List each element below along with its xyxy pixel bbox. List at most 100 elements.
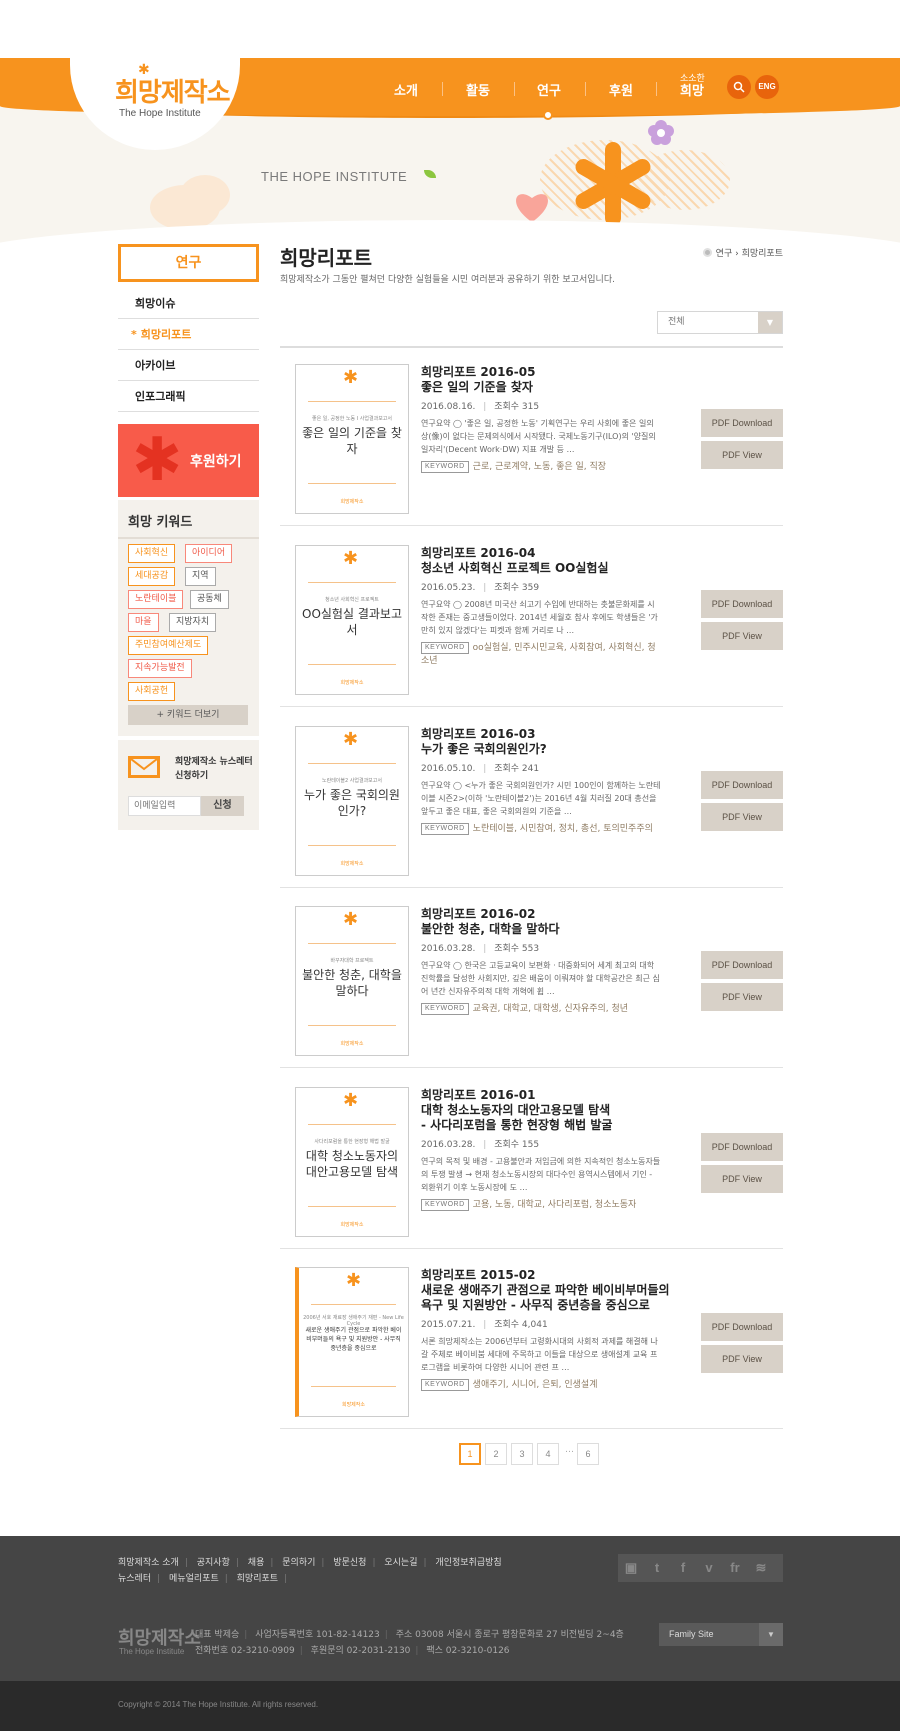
report-cover[interactable]: ✱ 사다리포럼을 통한 현장형 해법 발굴 대학 청소노동자의 대안고용모델 탐… xyxy=(295,1087,409,1237)
pdf-download-button[interactable]: PDF Download xyxy=(701,409,783,437)
rss-icon[interactable]: ≋ xyxy=(748,1554,774,1582)
twitter-icon[interactable]: t xyxy=(644,1554,670,1582)
keyword-tag[interactable]: 지속가능발전 xyxy=(128,659,192,678)
pdf-download-button[interactable]: PDF Download xyxy=(701,951,783,979)
keyword-tag[interactable]: 지역 xyxy=(185,567,216,586)
keyword-more-button[interactable]: + 키워드 더보기 xyxy=(128,705,248,725)
pdf-view-button[interactable]: PDF View xyxy=(701,983,783,1011)
filter-select[interactable]: 전체 ▼ xyxy=(657,311,783,334)
cover-subtitle: 사다리포럼을 통한 현장형 해법 발굴 xyxy=(314,1139,390,1145)
footer-link[interactable]: 희망리포트 xyxy=(237,1574,278,1584)
footer-link[interactable]: 문의하기 xyxy=(282,1558,315,1568)
chevron-down-icon: ▼ xyxy=(758,312,782,333)
nav-item-about[interactable]: 소개 xyxy=(394,80,418,99)
breadcrumb-item[interactable]: 연구 xyxy=(716,249,733,259)
keyword-tag[interactable]: 지방자치 xyxy=(169,613,217,632)
donate-banner[interactable]: ✱ 후원하기 xyxy=(118,424,259,497)
page-button[interactable]: 3 xyxy=(511,1443,533,1465)
side-nav-item-infographic[interactable]: 인포그래픽 xyxy=(118,381,259,412)
pdf-view-button[interactable]: PDF View xyxy=(701,803,783,831)
search-button[interactable] xyxy=(727,75,751,99)
report-title[interactable]: 희망리포트 2016-01 대학 청소노동자의 대안고용모델 탐색 - 사다리포럼을… xyxy=(421,1088,671,1133)
cover-subtitle: 좋은 일, 공정한 노동 I 사업결과보고서 xyxy=(311,416,392,422)
keyword-tag[interactable]: 아이디어 xyxy=(185,544,233,563)
footer-link[interactable]: 공지사항 xyxy=(197,1558,230,1568)
keyword-tag[interactable]: 주민참여예산제도 xyxy=(128,636,209,655)
cover-title: OO실험실 결과보고서 xyxy=(302,607,402,637)
cover-subtitle: 청소년 사회혁신 프로젝트 xyxy=(325,597,379,603)
pdf-view-button[interactable]: PDF View xyxy=(701,1345,783,1373)
keyword-tag[interactable]: 사회혁신 xyxy=(128,544,176,563)
nav-item-support[interactable]: 후원 xyxy=(609,80,633,99)
report-cover[interactable]: ✱ 바꾸자대학 프로젝트 불안한 청춘, 대학을 말하다 희망제작소 xyxy=(295,906,409,1056)
keyword-tag[interactable]: 공동체 xyxy=(190,590,229,609)
footer-link[interactable]: 메뉴얼리포트 xyxy=(169,1574,219,1584)
report-cover[interactable]: ✱ 청소년 사회혁신 프로젝트 OO실험실 결과보고서 희망제작소 xyxy=(295,545,409,695)
cover-title: 좋은 일의 기준을 찾자 xyxy=(302,426,402,456)
nav-item-research[interactable]: 연구 xyxy=(537,80,561,99)
cover-title: 대학 청소노동자의 대안고용모델 탐색 xyxy=(305,1149,399,1179)
page-button[interactable]: 4 xyxy=(537,1443,559,1465)
report-date: 2016.08.16. xyxy=(421,402,476,412)
footer-link[interactable]: 뉴스레터 xyxy=(118,1574,151,1584)
side-nav-item-archive[interactable]: 아카이브 xyxy=(118,350,259,381)
pdf-download-button[interactable]: PDF Download xyxy=(701,590,783,618)
copyright-bar: Copyright © 2014 The Hope Institute. All… xyxy=(0,1681,900,1731)
footer-link[interactable]: 개인정보취급방침 xyxy=(435,1558,501,1568)
report-item: ✱ 바꾸자대학 프로젝트 불안한 청춘, 대학을 말하다 희망제작소 희망리포트… xyxy=(280,887,783,1068)
report-cover[interactable]: ✱ 2006년 서호 재료장 생애주기 재편 - New Life Cycle … xyxy=(295,1267,409,1417)
blog-icon[interactable]: ▣ xyxy=(618,1554,644,1582)
report-meta: 2016.03.28. | 조회수 155 xyxy=(421,1140,540,1150)
newsletter-email-input[interactable] xyxy=(128,796,201,816)
report-keywords: KEYWORD 생애주기, 시니어, 은퇴, 인생설계 xyxy=(421,1379,661,1392)
report-views: 조회수 315 xyxy=(494,402,540,412)
page-button[interactable]: 1 xyxy=(459,1443,481,1465)
page-ellipsis: … xyxy=(565,1445,574,1455)
footer-link[interactable]: 방문신청 xyxy=(333,1558,366,1568)
pdf-view-button[interactable]: PDF View xyxy=(701,441,783,469)
pdf-download-button[interactable]: PDF Download xyxy=(701,1133,783,1161)
side-nav-item-issue[interactable]: 희망이슈 xyxy=(118,288,259,319)
page-button[interactable]: 2 xyxy=(485,1443,507,1465)
report-cover[interactable]: ✱ 좋은 일, 공정한 노동 I 사업결과보고서 좋은 일의 기준을 찾자 희망… xyxy=(295,364,409,514)
pdf-download-button[interactable]: PDF Download xyxy=(701,1313,783,1341)
report-cover[interactable]: ✱ 노란테이블2 사업결과보고서 누가 좋은 국회의원인가? 희망제작소 xyxy=(295,726,409,876)
keyword-tag[interactable]: 마을 xyxy=(128,613,159,632)
footer-link[interactable]: 희망제작소 소개 xyxy=(118,1558,179,1568)
breadcrumb: 연구 › 희망리포트 xyxy=(702,246,783,259)
footer-link[interactable]: 채용 xyxy=(248,1558,265,1568)
family-site-select[interactable]: Family Site ▼ xyxy=(659,1623,783,1646)
flickr-icon[interactable]: fr xyxy=(722,1554,748,1582)
report-title[interactable]: 희망리포트 2016-03 누가 좋은 국회의원인가? xyxy=(421,727,671,757)
cover-logo: 희망제작소 xyxy=(340,1041,364,1047)
keyword-badge: KEYWORD xyxy=(421,1003,469,1015)
report-summary: 연구요약 ◯ <누가 좋은 국회의원인가? 시민 100인이 함께하는 노란테이… xyxy=(421,781,661,816)
report-title[interactable]: 희망리포트 2016-05 좋은 일의 기준을 찾자 xyxy=(421,365,671,395)
report-title[interactable]: 희망리포트 2015-02 새로운 생애주기 관점으로 파악한 베이비부머들의 욕구… xyxy=(421,1268,671,1313)
vimeo-icon[interactable]: v xyxy=(696,1554,722,1582)
newsletter-submit-button[interactable]: 신청 xyxy=(201,796,244,816)
side-nav-item-report[interactable]: * 희망리포트 xyxy=(118,319,259,350)
mail-icon xyxy=(128,756,160,778)
report-item: ✱ 사다리포럼을 통한 현장형 해법 발굴 대학 청소노동자의 대안고용모델 탐… xyxy=(280,1068,783,1249)
keyword-badge: KEYWORD xyxy=(421,1379,469,1391)
keyword-tag[interactable]: 노란테이블 xyxy=(128,590,184,609)
report-title[interactable]: 희망리포트 2016-02 불안한 청춘, 대학을 말하다 xyxy=(421,907,671,937)
site-logo-en: The Hope Institute xyxy=(119,108,201,119)
cover-logo: 희망제작소 xyxy=(340,680,364,686)
search-icon xyxy=(733,81,745,93)
keyword-tag[interactable]: 세대공감 xyxy=(128,567,176,586)
facebook-icon[interactable]: f xyxy=(670,1554,696,1582)
report-title[interactable]: 희망리포트 2016-04 청소년 사회혁신 프로젝트 OO실험실 xyxy=(421,546,671,576)
report-views: 조회수 4,041 xyxy=(494,1320,548,1330)
page-button[interactable]: 6 xyxy=(577,1443,599,1465)
keyword-tag[interactable]: 사회공헌 xyxy=(128,682,176,701)
eng-button[interactable]: ENG xyxy=(755,75,779,99)
footer-link[interactable]: 오시는길 xyxy=(384,1558,417,1568)
pdf-view-button[interactable]: PDF View xyxy=(701,1165,783,1193)
pdf-view-button[interactable]: PDF View xyxy=(701,622,783,650)
nav-item-activity[interactable]: 활동 xyxy=(466,80,490,99)
pdf-download-button[interactable]: PDF Download xyxy=(701,771,783,799)
report-summary: 연구요약 ◯ 한국은 고등교육이 보편화 · 대중화되어 세계 최고의 대학진학… xyxy=(421,961,660,996)
home-icon[interactable] xyxy=(702,248,712,257)
